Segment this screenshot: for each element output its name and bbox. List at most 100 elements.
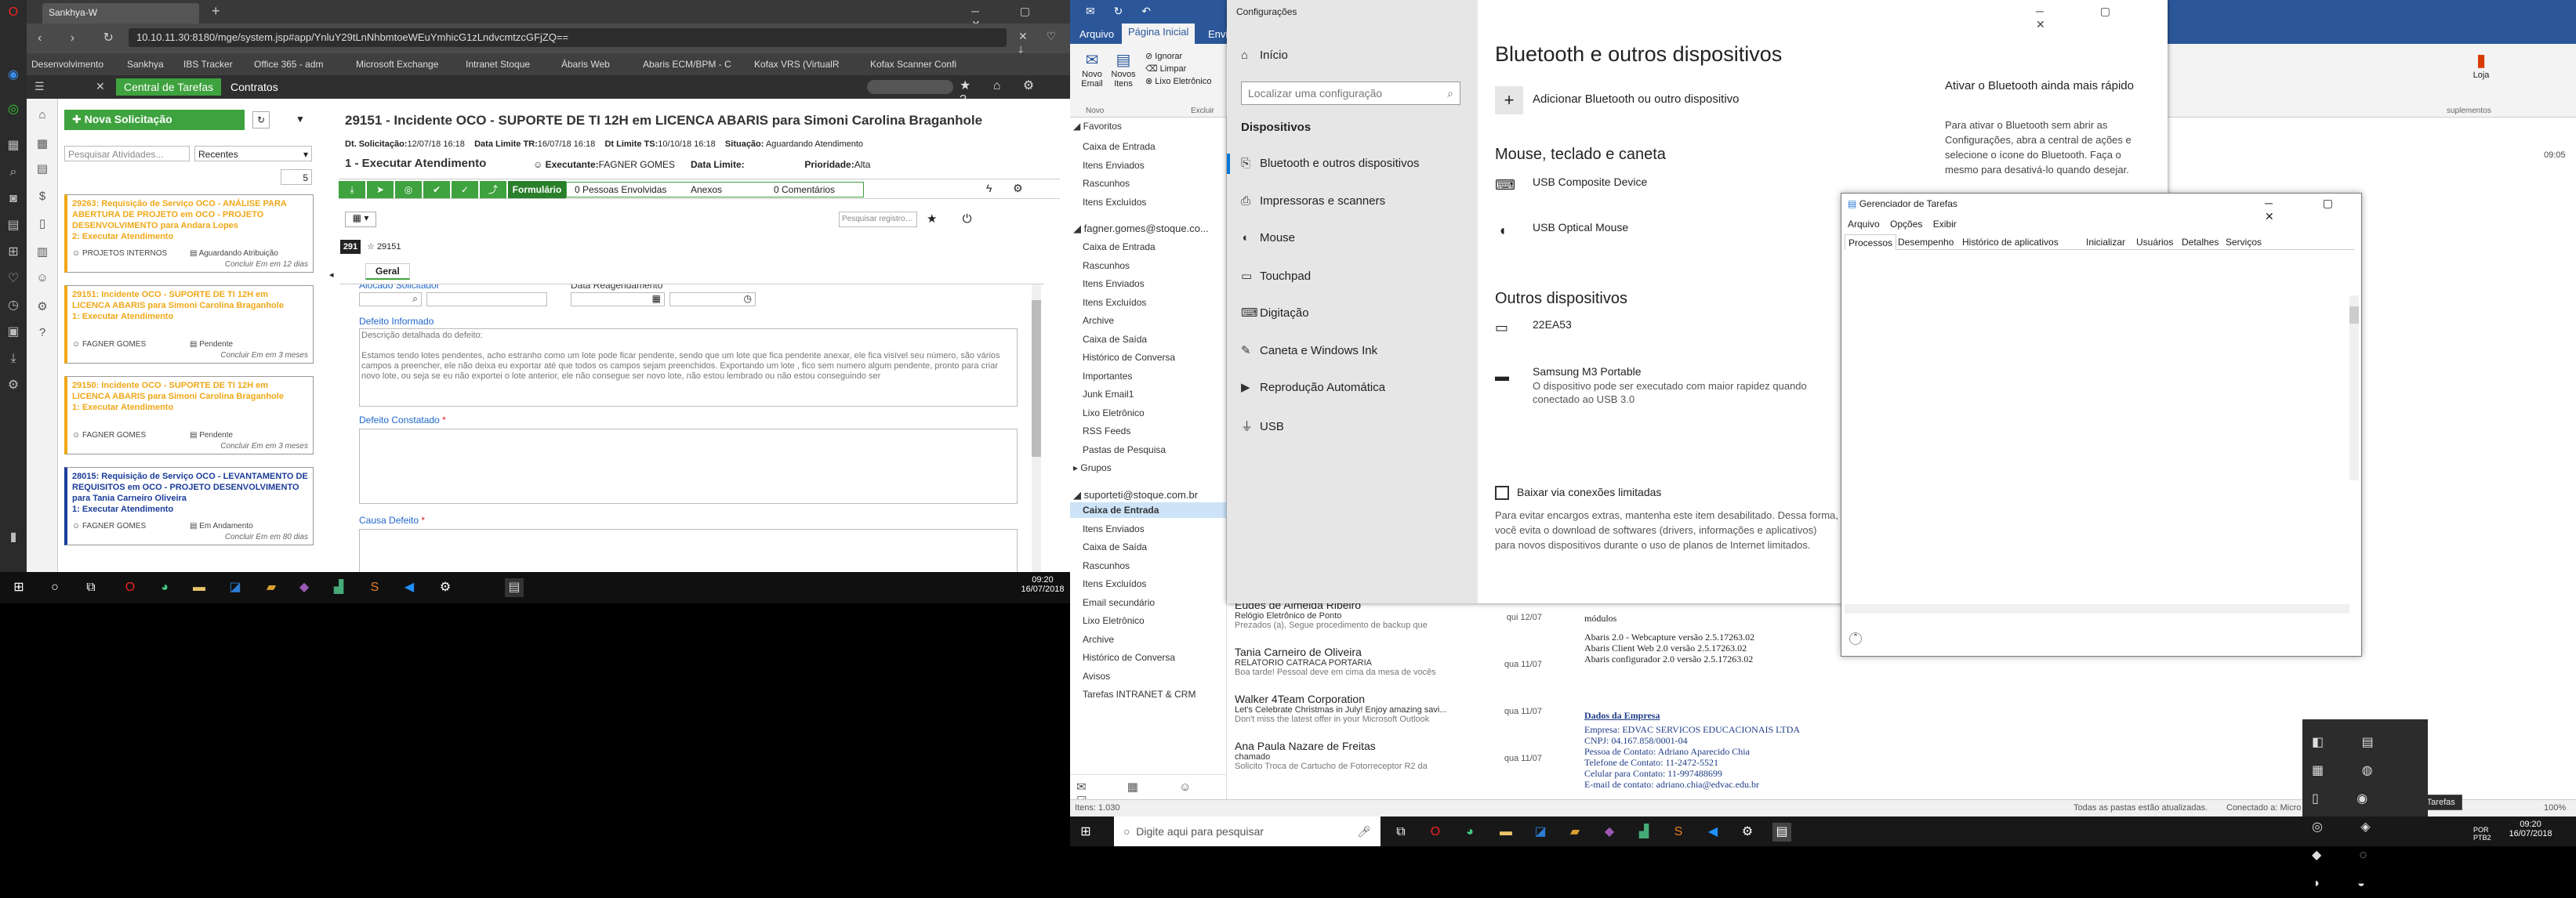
mouse-device-2[interactable]: USB Optical Mouse <box>1533 221 1628 234</box>
bookmark-9[interactable]: Kofax VRS (VirtualR <box>754 59 840 70</box>
menu-icon[interactable]: ☰ <box>34 80 45 93</box>
ignore-button[interactable]: ⊘ Ignorar <box>1145 50 1211 63</box>
taskmgr-window-controls[interactable]: ─ ▢ ✕ <box>2265 197 2361 223</box>
messenger-icon[interactable]: ◉ <box>5 67 21 83</box>
folder-acc1-9[interactable]: Lixo Eletrônico <box>1083 407 1145 418</box>
opera-taskbar-icon[interactable]: O <box>121 578 140 597</box>
folder-acc2-4[interactable]: Itens Excluídos <box>1083 578 1146 589</box>
taskbar-search-box[interactable]: ○ Digite aqui para pesquisar 🎤︎ <box>1114 817 1381 846</box>
groups-header[interactable]: ▸ Grupos <box>1073 462 1112 473</box>
right-settings-icon[interactable]: ⚙ <box>1738 823 1757 842</box>
mail-item[interactable]: Ana Paula Nazare de Freitas chamado Solici… <box>1235 740 1548 787</box>
menu-opcoes[interactable]: Opções <box>1890 219 1922 230</box>
folder-acc1-3[interactable]: Itens Excluídos <box>1083 297 1146 308</box>
taskmgr-tab[interactable]: Processos <box>1845 234 1897 250</box>
bookmark-3[interactable]: IBS Tracker <box>183 59 233 70</box>
folder-acc1-10[interactable]: RSS Feeds <box>1083 425 1130 436</box>
folder-acc2-2[interactable]: Caixa de Saída <box>1083 541 1147 552</box>
tab-geral[interactable]: Geral <box>365 263 410 280</box>
language-indicator[interactable]: POR PTB2 <box>2473 826 2502 842</box>
settings-nav-item[interactable]: ✎ Caneta e Windows Ink <box>1241 343 1377 357</box>
new-tab-button[interactable]: + <box>212 3 220 20</box>
defeito-informado-textarea[interactable]: Descrição detalhada do defeito: Estamos … <box>359 328 1018 407</box>
account-2-header[interactable]: ◢ suporteti@stoque.com.br <box>1073 489 1198 502</box>
settings-window-controls[interactable]: ─ ▢ ✕ <box>2036 5 2168 31</box>
settings-nav-item[interactable]: ⏚ USB <box>1241 418 1284 434</box>
folder-acc1-1[interactable]: Rascunhos <box>1083 260 1130 271</box>
right-outlook-icon[interactable]: ◪ <box>1531 823 1550 842</box>
tab-contratos[interactable]: Contratos <box>223 78 286 96</box>
right-opera-icon[interactable]: O <box>1426 823 1445 842</box>
download-button[interactable]: ⤓ <box>339 181 365 198</box>
pessoas-tab[interactable]: 0 Pessoas Envolvidas <box>575 184 666 195</box>
cortana-icon[interactable]: ○ <box>45 578 64 597</box>
settings-taskbar-icon[interactable]: ⚙ <box>436 578 455 597</box>
flash-icon[interactable]: ϟ <box>986 182 992 194</box>
tab-central-tarefas[interactable]: Central de Tarefas <box>116 78 222 96</box>
clean-button[interactable]: ⌫ Limpar <box>1145 63 1211 75</box>
settings-icon[interactable]: ⚙ <box>5 378 21 393</box>
app-taskbar-icon-1[interactable]: ▰ <box>262 578 281 597</box>
menu-exibir[interactable]: Exibir <box>1933 219 1957 230</box>
taskmgr-tab[interactable]: Inicializar <box>2083 234 2128 250</box>
list-icon[interactable]: ▤ <box>34 161 50 177</box>
folder-fav-0[interactable]: Caixa de Entrada <box>1083 141 1156 152</box>
news-icon[interactable]: ▤ <box>5 218 21 234</box>
taskmgr-tab[interactable]: Desempenho <box>1895 234 1957 250</box>
folder-acc2-10[interactable]: Tarefas INTRANET & CRM <box>1083 689 1195 700</box>
task-view-icon[interactable]: ⧉ <box>82 578 100 597</box>
speed-dial-icon[interactable]: ▦ <box>5 138 21 154</box>
folder-acc1-5[interactable]: Caixa de Saída <box>1083 334 1147 345</box>
new-request-button[interactable]: ✚ Nova Solicitação <box>64 110 245 130</box>
bookmark-5[interactable]: Microsoft Exchange <box>356 59 438 70</box>
sidebar-toggle-icon[interactable]: ▮ <box>5 530 21 545</box>
settings-nav-item[interactable]: ▶ Reprodução Automática <box>1241 380 1385 394</box>
help-icon[interactable]: ? <box>34 326 50 342</box>
approve-button[interactable]: ✓ <box>452 181 478 198</box>
folder-acc2-0[interactable]: Caixa de Entrada <box>1083 505 1159 516</box>
chart-icon[interactable]: ▥ <box>34 244 50 260</box>
document-icon[interactable]: ▯ <box>34 216 50 232</box>
whatsapp-icon[interactable]: ◎ <box>5 102 21 118</box>
right-sublime-icon[interactable]: S <box>1669 823 1688 842</box>
bookmark-6[interactable]: Intranet Stoque <box>466 59 530 70</box>
global-search[interactable] <box>867 80 953 94</box>
grid-view-icon[interactable]: ▦ ▾ <box>345 212 376 227</box>
folder-acc1-11[interactable]: Pastas de Pesquisa <box>1083 444 1166 455</box>
folder-acc1-8[interactable]: Junk Email1 <box>1083 389 1134 400</box>
mouse-device-1[interactable]: USB Composite Device <box>1533 176 1647 188</box>
left-clock[interactable]: 09:20 16/07/2018 <box>1019 575 1066 594</box>
vs-taskbar-icon[interactable]: ◆ <box>295 578 314 597</box>
causa-defeito-textarea[interactable] <box>359 529 1018 572</box>
defeito-constatado-textarea[interactable] <box>359 429 1018 504</box>
taskmgr-tab[interactable]: Serviços <box>2222 234 2265 250</box>
close-tab-icon[interactable]: ✕ <box>96 80 105 93</box>
bookmark-10[interactable]: Kofax Scanner Confi <box>870 59 956 70</box>
account-1-header[interactable]: ◢ fagner.gomes@stoque.co... <box>1073 223 1209 235</box>
module-switcher[interactable]: ✉ ▦ ☺ ☑ ⋯ <box>1070 774 1227 808</box>
settings-gear-icon[interactable]: ⚙ <box>1013 182 1023 195</box>
opera-logo-icon[interactable]: O <box>5 5 21 20</box>
heart-icon[interactable]: ♡ <box>5 271 21 287</box>
new-email-button[interactable]: ✉ Novo Email <box>1076 50 1108 89</box>
task-card[interactable]: 29150: Incidente OCO - SUPORTE DE TI 12H… <box>64 376 314 454</box>
folder-acc1-6[interactable]: Histórico de Conversa <box>1083 352 1175 363</box>
folder-fav-1[interactable]: Itens Enviados <box>1083 160 1145 171</box>
store-button[interactable]: ▮ Loja <box>2465 50 2497 80</box>
complete-button[interactable]: ✔ <box>423 181 450 198</box>
settings-nav-item[interactable]: ⎘ Bluetooth e outros dispositivos <box>1241 157 1419 170</box>
folder-acc2-9[interactable]: Avisos <box>1083 671 1110 682</box>
right-app-icon[interactable]: ▰ <box>1566 823 1584 842</box>
menu-arquivo[interactable]: Arquivo <box>1848 219 1880 230</box>
folder-acc1-0[interactable]: Caixa de Entrada <box>1083 241 1156 252</box>
bookmark-8[interactable]: Abaris ECM/BPM - C <box>643 59 731 70</box>
record-search-input[interactable]: Pesquisar registros... <box>839 212 917 227</box>
right-taskmgr-icon[interactable]: ▤ <box>1772 823 1791 842</box>
activity-search-input[interactable]: Pesquisar Atividades... <box>64 146 190 161</box>
outlook-taskbar-icon[interactable]: ◪ <box>226 578 245 597</box>
mic-icon[interactable]: 🎤︎ <box>1357 825 1371 838</box>
folder-acc2-6[interactable]: Lixo Eletrônico <box>1083 615 1145 626</box>
mail-item[interactable]: Eudes de Almeida Ribeiro Relógio Eletrôni… <box>1235 599 1548 646</box>
refresh-icon[interactable]: ↻ <box>252 111 270 129</box>
people-icon[interactable]: ☺ <box>34 271 50 287</box>
